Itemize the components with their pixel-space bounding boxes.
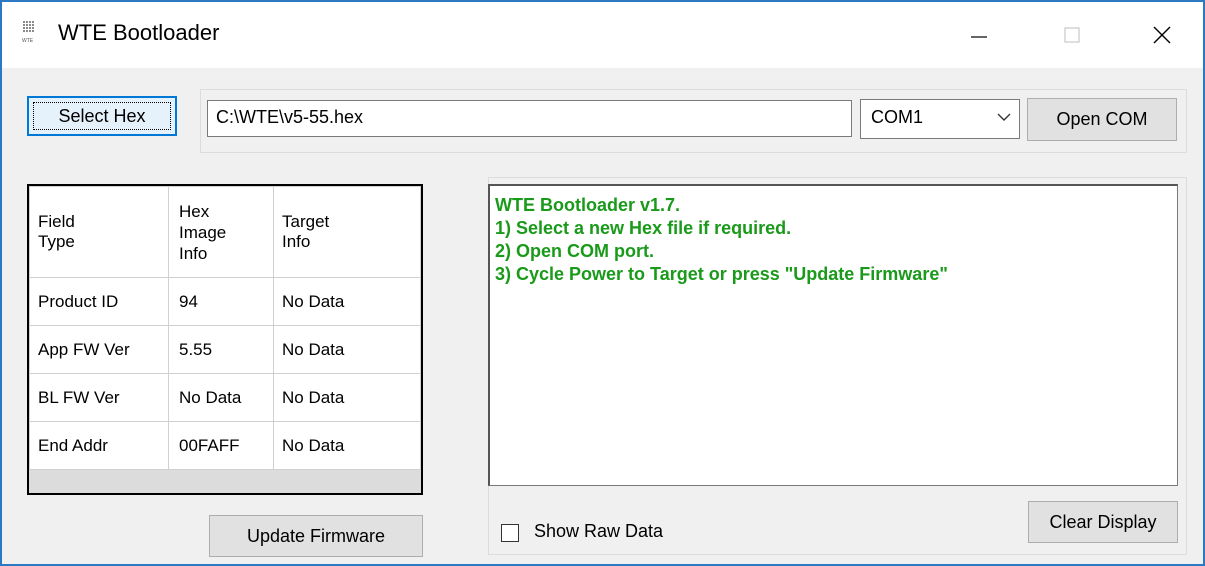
minimize-icon (971, 36, 987, 38)
cell-hex-info[interactable]: 94 (168, 277, 274, 326)
maximize-button[interactable] (1047, 18, 1097, 52)
table-header-row: Field Type Hex Image Info Target Info (29, 186, 421, 278)
window-title: WTE Bootloader (58, 20, 220, 45)
column-header-hex-image-info: Hex Image Info (168, 186, 274, 278)
open-com-label: Open COM (1056, 109, 1148, 129)
open-com-button[interactable]: Open COM (1027, 98, 1177, 141)
table-row: App FW Ver 5.55 No Data (29, 325, 421, 374)
table-row: End Addr 00FAFF No Data (29, 421, 421, 470)
cell-field[interactable]: BL FW Ver (29, 373, 169, 422)
table-row: BL FW Ver No Data No Data (29, 373, 421, 422)
cell-field[interactable]: End Addr (29, 421, 169, 470)
log-line: 3) Cycle Power to Target or press "Updat… (495, 264, 948, 284)
log-line: 2) Open COM port. (495, 241, 654, 261)
info-grid: Field Type Hex Image Info Target Info Pr… (29, 186, 421, 470)
svg-text:WTE: WTE (22, 38, 34, 44)
log-display[interactable]: WTE Bootloader v1.7. 1) Select a new Hex… (488, 184, 1178, 486)
column-header-field-type: Field Type (29, 186, 169, 278)
update-firmware-button[interactable]: Update Firmware (209, 515, 423, 557)
show-raw-data-label[interactable]: Show Raw Data (534, 521, 663, 542)
cell-target-info[interactable]: No Data (273, 421, 421, 470)
focus-ring (33, 102, 171, 130)
hex-file-path-field[interactable]: C:\WTE\v5-55.hex (207, 100, 852, 137)
cell-field[interactable]: App FW Ver (29, 325, 169, 374)
clear-display-label: Clear Display (1049, 511, 1157, 532)
chevron-down-icon (997, 113, 1011, 121)
maximize-icon (1064, 27, 1080, 43)
column-header-target-info: Target Info (273, 186, 421, 278)
update-firmware-label: Update Firmware (246, 525, 386, 546)
close-icon (1153, 26, 1171, 44)
minimize-button[interactable] (954, 18, 1004, 52)
log-line: WTE Bootloader v1.7. (495, 195, 681, 215)
app-window: WTE WTE Bootloader Select Hex C:\WTE\v5-… (0, 0, 1205, 566)
log-line: 1) Select a new Hex file if required. (495, 218, 792, 238)
cell-target-info[interactable]: No Data (273, 277, 421, 326)
info-table: Field Type Hex Image Info Target Info Pr… (27, 184, 423, 495)
close-button[interactable] (1137, 18, 1187, 52)
cell-target-info[interactable]: No Data (273, 325, 421, 374)
cell-target-info[interactable]: No Data (273, 373, 421, 422)
cell-hex-info[interactable]: No Data (168, 373, 274, 422)
table-row: Product ID 94 No Data (29, 277, 421, 326)
select-hex-button[interactable]: Select Hex (27, 96, 177, 136)
cell-field[interactable]: Product ID (29, 277, 169, 326)
clear-display-button[interactable]: Clear Display (1028, 501, 1178, 543)
show-raw-data-checkbox[interactable] (501, 524, 519, 542)
title-bar[interactable]: WTE WTE Bootloader (2, 2, 1203, 68)
app-icon: WTE (22, 20, 38, 44)
com-port-value: COM1 (871, 107, 924, 127)
cell-hex-info[interactable]: 00FAFF (168, 421, 274, 470)
cell-hex-info[interactable]: 5.55 (168, 325, 274, 374)
com-port-select[interactable]: COM1 (860, 99, 1020, 139)
